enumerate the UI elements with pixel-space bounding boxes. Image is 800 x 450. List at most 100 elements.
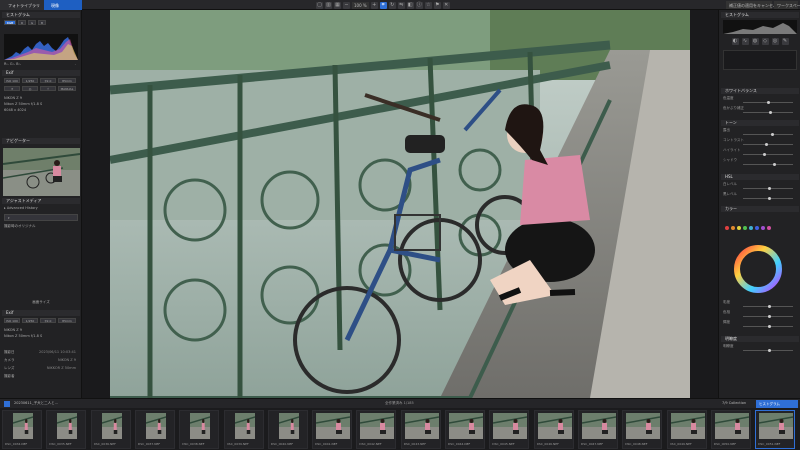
filmstrip-thumb[interactable]: DSC_0037.NEF xyxy=(134,410,175,449)
workspace-button[interactable]: ワークスペース xyxy=(774,1,800,9)
folder-icon[interactable] xyxy=(4,401,10,407)
crop-icon[interactable]: ⌗ xyxy=(379,1,387,9)
swatch-blue[interactable] xyxy=(755,226,759,230)
lens-icon[interactable]: ◎ xyxy=(771,38,779,45)
panel-header-exif-2[interactable]: Exif xyxy=(2,310,80,316)
flip-icon[interactable]: ⇋ xyxy=(397,1,405,9)
slider-track[interactable] xyxy=(743,187,793,190)
slider-track[interactable] xyxy=(743,163,793,166)
slider-track[interactable] xyxy=(743,101,793,104)
slider-handle[interactable] xyxy=(767,101,770,104)
slider-handle[interactable] xyxy=(768,197,771,200)
main-photo[interactable] xyxy=(110,10,690,398)
slider-handle[interactable] xyxy=(768,315,771,318)
compare-view-icon[interactable]: ▥ xyxy=(325,1,332,9)
channel-g-toggle[interactable]: G xyxy=(28,20,36,25)
tab-develop[interactable]: 現像 xyxy=(44,0,82,10)
slider-handle[interactable] xyxy=(768,325,771,328)
filmstrip-thumb[interactable]: DSC_0051.NEF xyxy=(755,410,796,449)
filmstrip-thumb[interactable]: DSC_0035.NEF xyxy=(46,410,87,449)
channel-r-toggle[interactable]: R xyxy=(18,20,26,25)
right-panel-header[interactable]: ヒストグラム xyxy=(721,12,799,18)
section-header-clarity[interactable]: 明瞭度 xyxy=(721,336,799,342)
filmstrip-thumb[interactable]: DSC_0043.NEF xyxy=(400,410,441,449)
filmstrip-thumb[interactable]: DSC_0039.NEF xyxy=(223,410,264,449)
slider-handle[interactable] xyxy=(773,163,776,166)
channel-b-toggle[interactable]: B xyxy=(38,20,46,25)
zoom-level[interactable]: 100 % xyxy=(352,1,369,9)
delete-icon[interactable]: ✕ xyxy=(442,1,450,9)
slider-track[interactable] xyxy=(743,153,793,156)
collection-tag[interactable]: 7/9 Collection xyxy=(722,401,746,405)
filmstrip-thumb[interactable]: DSC_0045.NEF xyxy=(489,410,530,449)
section-header-wb[interactable]: ホワイトバランス xyxy=(721,88,799,94)
swatch-magenta[interactable] xyxy=(767,226,771,230)
section-header-color[interactable]: カラー xyxy=(721,206,799,212)
star-icon[interactable]: ☆ xyxy=(424,1,432,9)
panel-header-histogram[interactable]: ヒストグラム xyxy=(2,12,80,18)
slider-track[interactable] xyxy=(743,315,793,318)
detail-icon[interactable]: ◇ xyxy=(761,38,769,45)
zoom-out-icon[interactable]: − xyxy=(343,1,350,9)
rgb-toggle[interactable]: RGB xyxy=(4,20,16,25)
panel-header-exif[interactable]: Exif xyxy=(2,70,80,76)
slider-track[interactable] xyxy=(743,325,793,328)
filmstrip-thumb[interactable]: DSC_0036.NEF xyxy=(90,410,131,449)
info-icon[interactable]: ⓘ xyxy=(415,1,423,9)
section-header-tone[interactable]: トーン xyxy=(721,120,799,126)
advanced-history-toggle[interactable]: ▸ Advanced History xyxy=(4,206,78,211)
filmstrip-thumb[interactable]: DSC_0050.NEF xyxy=(710,410,751,449)
slider-handle[interactable] xyxy=(768,349,771,352)
slider-handle[interactable] xyxy=(768,187,771,190)
cancel-adjust-button[interactable]: 補正値の適用をキャンセル xyxy=(726,1,777,9)
grid-view-icon[interactable]: ▦ xyxy=(334,1,341,9)
brush-icon[interactable]: ✎ xyxy=(781,38,789,45)
filmstrip-thumb[interactable]: DSC_0047.NEF xyxy=(577,410,618,449)
slider-track[interactable] xyxy=(743,305,793,308)
slider-handle[interactable] xyxy=(768,305,771,308)
slider-handle[interactable] xyxy=(763,153,766,156)
slider-handle[interactable] xyxy=(771,133,774,136)
swatch-orange[interactable] xyxy=(731,226,735,230)
navigator-thumbnail[interactable] xyxy=(3,148,80,196)
info-row: 撮影者 xyxy=(4,374,78,379)
history-dropdown[interactable]: ▾ xyxy=(4,214,78,221)
swatch-red[interactable] xyxy=(725,226,729,230)
zoom-in-icon[interactable]: + xyxy=(370,1,378,9)
filmstrip-thumb[interactable]: DSC_0048.NEF xyxy=(622,410,663,449)
filmstrip-thumb[interactable]: DSC_0038.NEF xyxy=(179,410,220,449)
fit-screen-label[interactable]: 画面サイズ xyxy=(4,300,78,305)
single-view-icon[interactable]: ▢ xyxy=(316,1,323,9)
filmstrip-thumb[interactable]: DSC_0040.NEF xyxy=(267,410,308,449)
section-header-hsl[interactable]: HSL xyxy=(721,174,799,180)
filmstrip-thumb[interactable]: DSC_0049.NEF xyxy=(666,410,707,449)
slider-handle[interactable] xyxy=(769,111,772,114)
slider-track[interactable] xyxy=(743,349,793,352)
slider-track[interactable] xyxy=(743,111,793,114)
color-wheel[interactable] xyxy=(733,244,783,294)
slider-track[interactable] xyxy=(743,143,793,146)
filmstrip-thumb[interactable]: DSC_0044.NEF xyxy=(445,410,485,449)
tab-photo-library[interactable]: フォトライブラリ xyxy=(0,0,44,10)
swatch-aqua[interactable] xyxy=(749,226,753,230)
color-icon[interactable]: ◍ xyxy=(751,38,759,45)
filmstrip-mode-button[interactable]: ヒストグラム xyxy=(756,400,798,408)
slider-handle[interactable] xyxy=(765,143,768,146)
adjust-icon[interactable]: ◐ xyxy=(731,38,739,45)
filmstrip-thumb[interactable]: DSC_0042.NEF xyxy=(356,410,397,449)
filmstrip-thumb[interactable]: DSC_0041.NEF xyxy=(312,410,353,449)
swatch-green[interactable] xyxy=(743,226,747,230)
filmstrip-thumb[interactable]: DSC_0034.NEF xyxy=(2,410,42,449)
history-item-original[interactable]: 撮影時のオリジナル xyxy=(4,224,78,229)
before-after-icon[interactable]: ◧ xyxy=(406,1,414,9)
curve-icon[interactable]: ∿ xyxy=(741,38,749,45)
swatch-yellow[interactable] xyxy=(737,226,741,230)
panel-header-adjust-media[interactable]: アジャストメディア xyxy=(2,198,80,204)
filmstrip-thumb[interactable]: DSC_0046.NEF xyxy=(533,410,574,449)
slider-track[interactable] xyxy=(743,133,793,136)
panel-header-navigator[interactable]: ナビゲーター xyxy=(2,138,80,144)
flag-icon[interactable]: ⚑ xyxy=(433,1,441,9)
rotate-icon[interactable]: ↻ xyxy=(388,1,396,9)
swatch-purple[interactable] xyxy=(761,226,765,230)
slider-track[interactable] xyxy=(743,197,793,200)
